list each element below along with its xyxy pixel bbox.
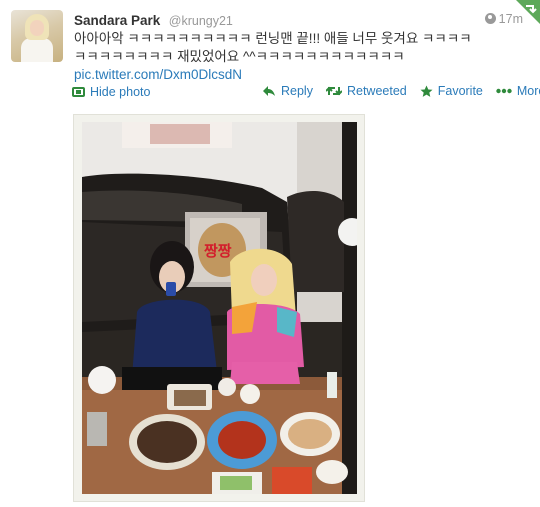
favorite-button[interactable]: Favorite bbox=[420, 84, 483, 98]
more-label: More bbox=[516, 84, 540, 98]
reply-label: Reply bbox=[281, 84, 313, 98]
retweet-icon bbox=[325, 86, 342, 96]
hide-photo-label: Hide photo bbox=[90, 85, 151, 99]
avatar[interactable] bbox=[11, 10, 63, 62]
favorite-label: Favorite bbox=[437, 84, 483, 98]
retweet-corner-icon bbox=[526, 5, 537, 14]
tweet-photo-link[interactable]: pic.twitter.com/Dxm0DlcsdN bbox=[74, 66, 514, 84]
tweet-photo[interactable]: 짱짱 bbox=[82, 122, 357, 494]
globe-icon bbox=[484, 13, 496, 24]
tweet-text-line-1: 아아아악 ㅋㅋㅋㅋㅋㅋㅋㅋㅋㅋ 런닝맨 끝!!! 애들 너무 웃겨요 ㅋㅋㅋㅋ bbox=[74, 31, 472, 46]
tweet-actions: Reply Retweeted Favorite More bbox=[262, 84, 540, 98]
tweet-text-line-2: ㅋㅋㅋㅋㅋㅋㅋㅋ 재밌었어요 ^^ㅋㅋㅋㅋㅋㅋㅋㅋㅋㅋㅋㅋ bbox=[74, 49, 405, 64]
photo-icon bbox=[72, 87, 85, 97]
photo-frame: 짱짱 bbox=[73, 114, 365, 502]
tweet-text: 아아아악 ㅋㅋㅋㅋㅋㅋㅋㅋㅋㅋ 런닝맨 끝!!! 애들 너무 웃겨요 ㅋㅋㅋㅋ … bbox=[74, 30, 514, 84]
photo-image: 짱짱 bbox=[82, 122, 357, 494]
display-name[interactable]: Sandara Park bbox=[74, 13, 160, 28]
star-icon bbox=[420, 85, 433, 97]
screen-name[interactable]: @krungy21 bbox=[169, 14, 233, 28]
retweet-label: Retweeted bbox=[346, 84, 407, 98]
tweet-header: Sandara Park @krungy21 bbox=[74, 12, 233, 30]
sign-text: 짱짱 bbox=[204, 242, 232, 260]
more-button[interactable]: More bbox=[496, 84, 540, 98]
retweet-button[interactable]: Retweeted bbox=[325, 84, 407, 98]
hide-photo-button[interactable]: Hide photo bbox=[72, 85, 150, 99]
more-dots-icon bbox=[496, 88, 512, 94]
timestamp[interactable]: 17m bbox=[484, 12, 523, 26]
reply-button[interactable]: Reply bbox=[262, 84, 313, 98]
timestamp-text: 17m bbox=[498, 12, 523, 26]
reply-arrow-icon bbox=[263, 86, 275, 96]
